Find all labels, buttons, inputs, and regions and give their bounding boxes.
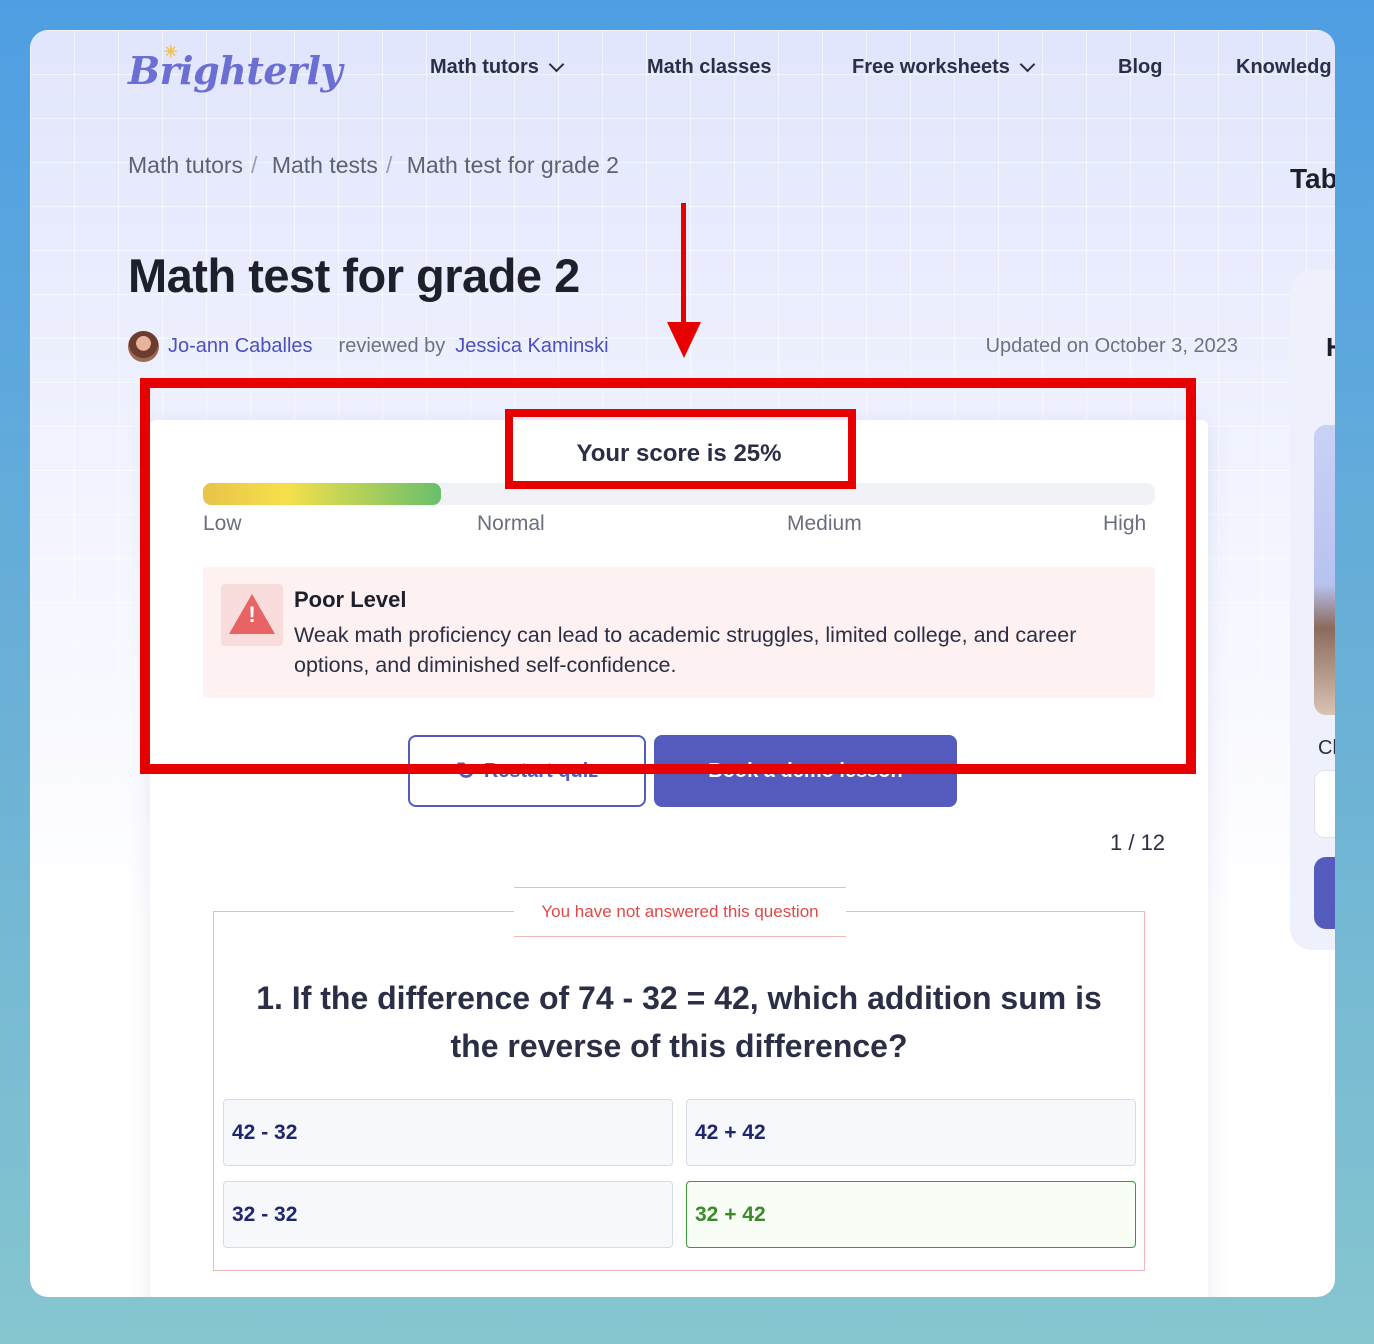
breadcrumb-separator: / <box>251 152 258 178</box>
chevron-down-icon <box>1019 56 1036 73</box>
breadcrumb-item[interactable]: Math tutors <box>128 152 243 178</box>
reviewer-link[interactable]: Jessica Kaminski <box>455 335 608 358</box>
nav-label: Math classes <box>647 56 772 78</box>
breadcrumb-separator: / <box>385 152 393 178</box>
sidebar-card: H Cl <box>1290 270 1335 950</box>
logo-text: Brighterly <box>128 48 343 93</box>
author-link[interactable]: Jo-ann Caballes <box>168 335 313 358</box>
nav-math-tutors[interactable]: Math tutors <box>430 56 565 79</box>
nav-blog[interactable]: Blog <box>1118 56 1162 79</box>
breadcrumb: Math tutors / Math tests / Math test for g… <box>128 152 627 179</box>
nav-label: Free worksheets <box>852 56 1010 78</box>
question-text: 1. If the difference of 74 - 32 = 42, wh… <box>256 980 1102 1064</box>
sidebar-card-image <box>1314 425 1335 715</box>
annotation-highlight-score <box>505 409 856 489</box>
question-counter: 1 / 12 <box>1110 830 1166 855</box>
sidebar-input[interactable] <box>1314 770 1335 838</box>
breadcrumb-current: Math test for grade 2 <box>406 152 619 178</box>
reviewed-by-label: reviewed by <box>338 334 446 357</box>
sun-icon: ✳ <box>164 42 177 61</box>
brighterly-logo[interactable]: ✳ Brighterly <box>128 42 343 93</box>
chevron-down-icon <box>548 56 565 73</box>
unanswered-notice: You have not answered this question <box>514 887 846 937</box>
right-sidebar: Tab H Cl <box>1290 30 1335 1297</box>
page-title: Math test for grade 2 <box>128 249 580 302</box>
updated-date: Updated on October 3, 2023 <box>985 334 1238 357</box>
nav-label: Blog <box>1118 56 1163 78</box>
answer-option[interactable]: 42 + 42 <box>686 1099 1136 1166</box>
author-avatar <box>128 330 159 362</box>
sidebar-button[interactable] <box>1314 857 1335 929</box>
sidebar-field-label: Cl <box>1318 737 1335 759</box>
answer-option[interactable]: 42 - 32 <box>223 1099 673 1166</box>
sidebar-card-heading: H <box>1326 332 1335 363</box>
answer-option-correct[interactable]: 32 + 42 <box>686 1181 1136 1248</box>
nav-math-classes[interactable]: Math classes <box>647 56 772 79</box>
annotation-arrow-head <box>667 322 701 358</box>
answer-option[interactable]: 32 - 32 <box>223 1181 673 1248</box>
breadcrumb-item[interactable]: Math tests <box>272 152 378 178</box>
nav-label: Math tutors <box>430 56 539 78</box>
nav-free-worksheets[interactable]: Free worksheets <box>852 56 1036 79</box>
annotation-arrow <box>681 203 686 328</box>
question-box: You have not answered this question 1. I… <box>213 887 1145 1271</box>
table-of-contents-label: Tab <box>1290 163 1335 194</box>
